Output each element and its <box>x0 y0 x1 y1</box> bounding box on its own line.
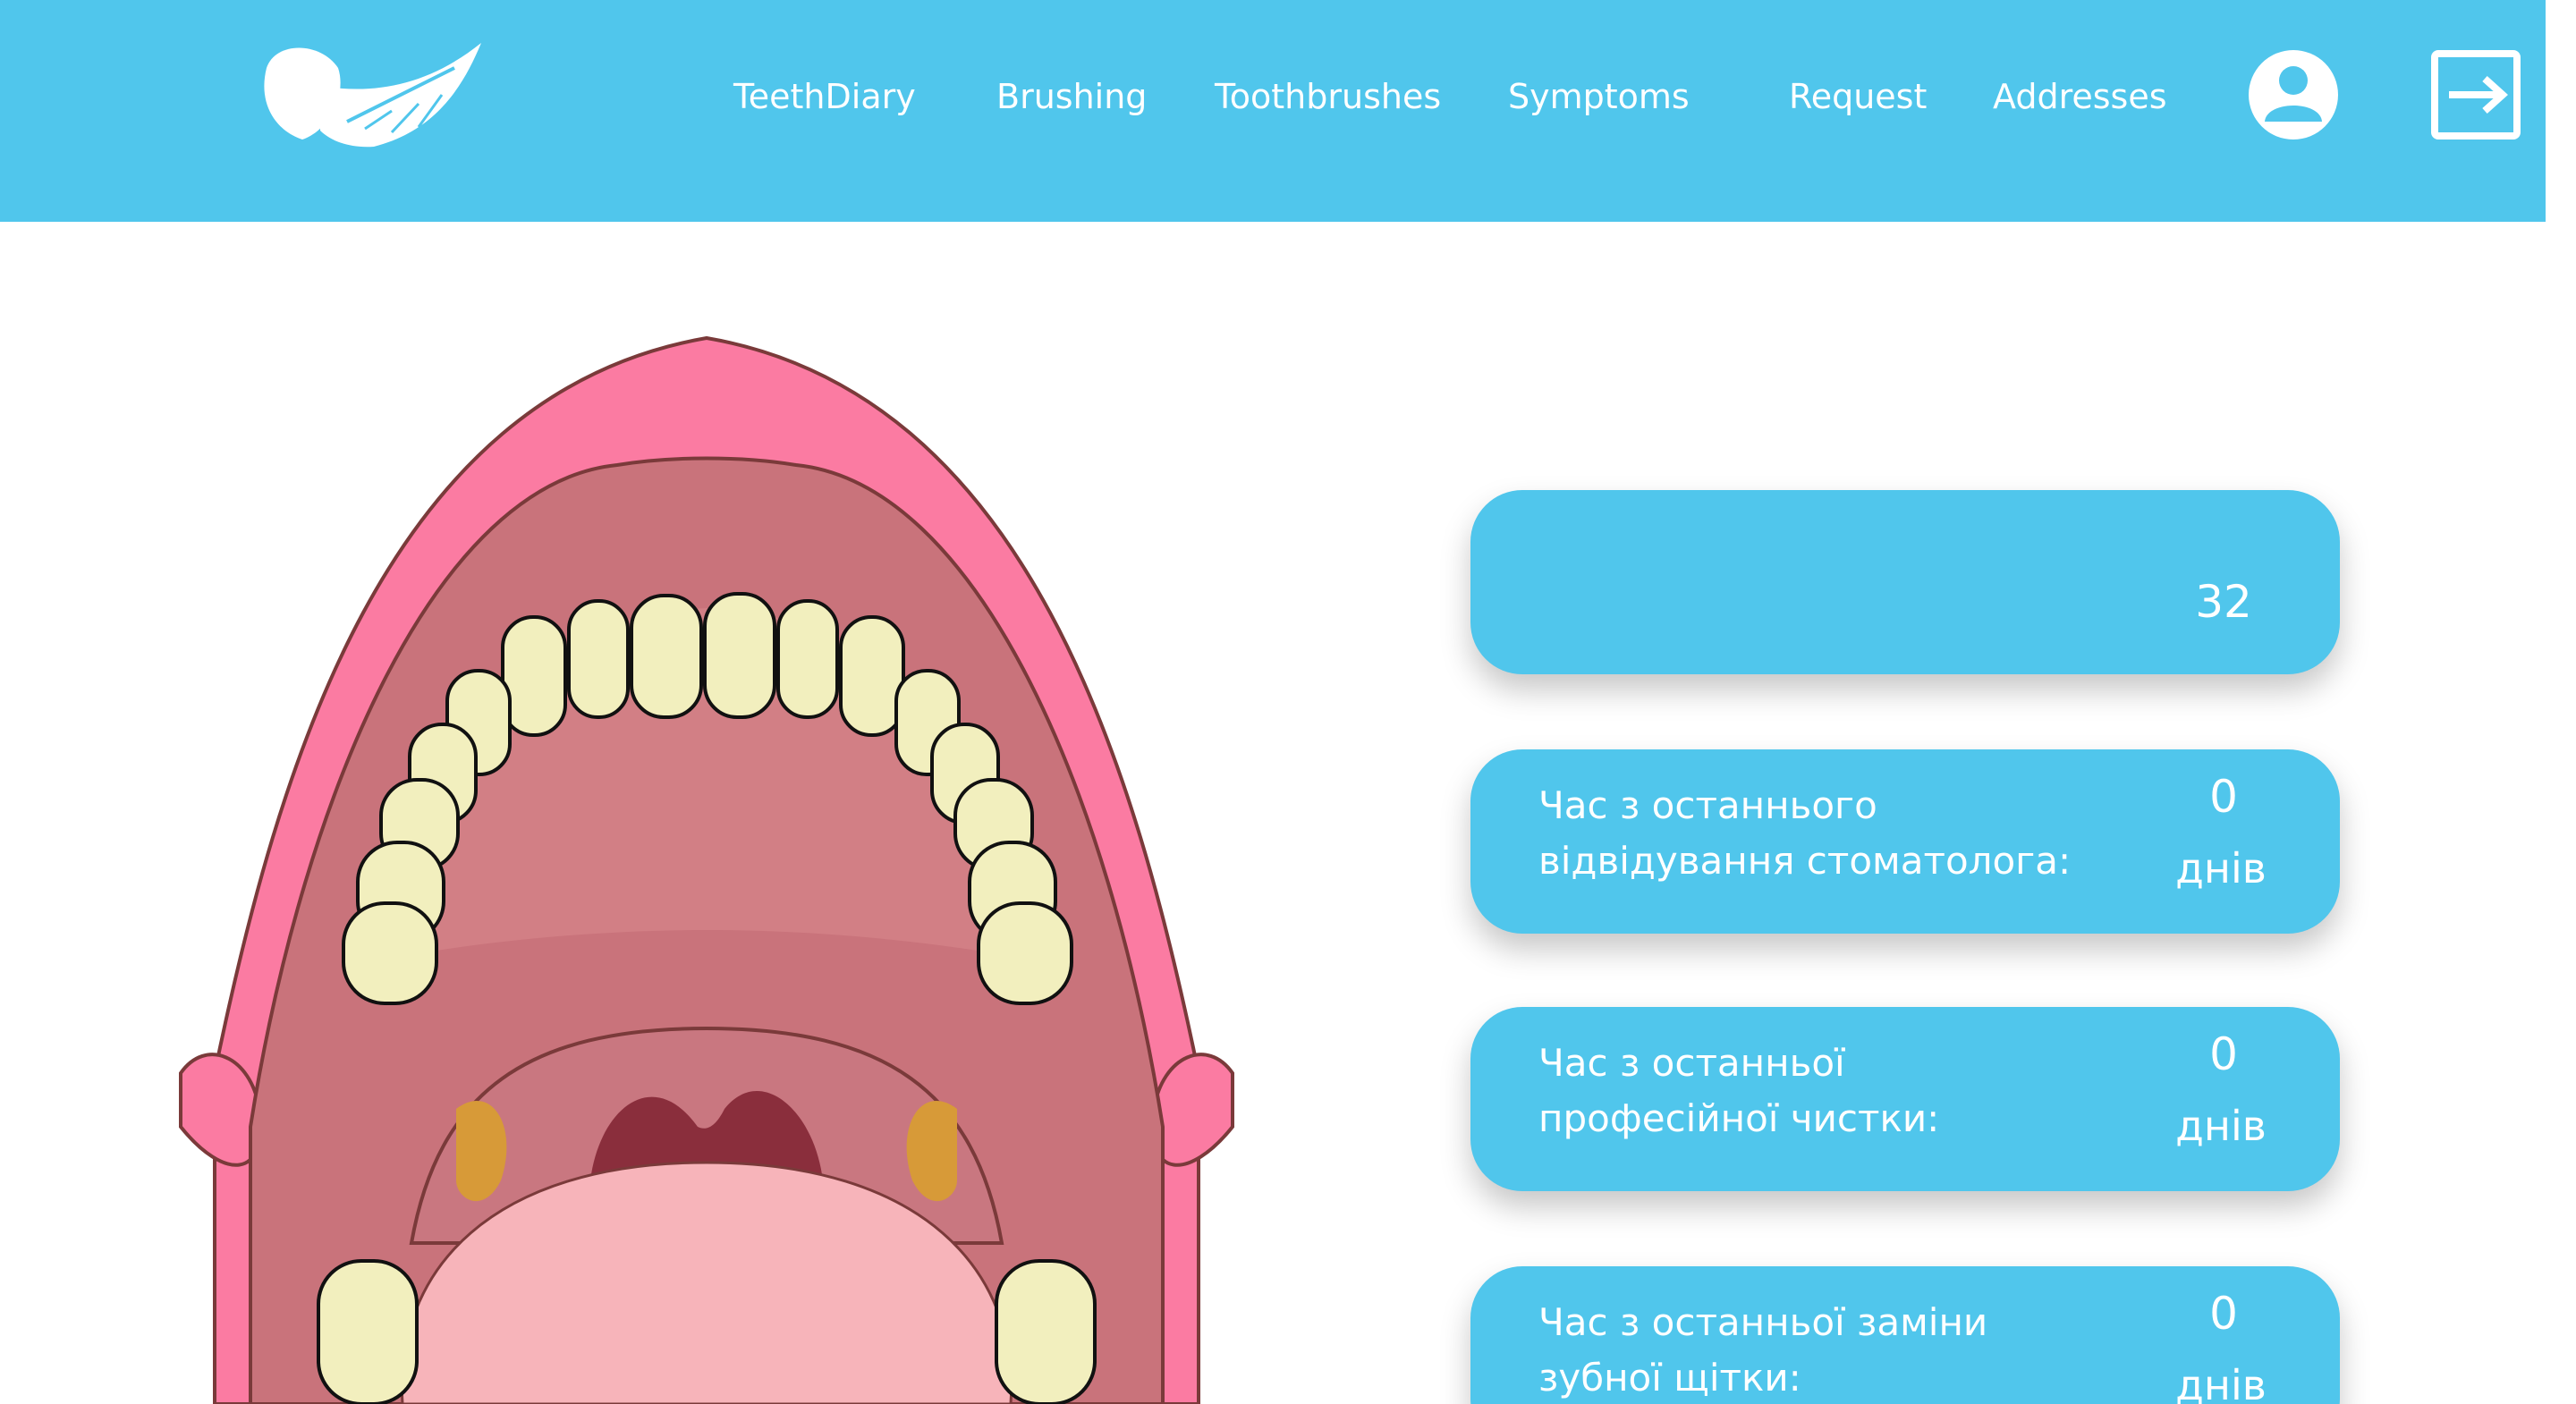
tooth-feather-logo-icon[interactable] <box>240 32 490 165</box>
dentist-visit-card: Час з останнього відвідування стоматолог… <box>1470 749 2340 934</box>
nav-addresses[interactable]: Addresses <box>1993 77 2167 116</box>
summary-card: 32 <box>1470 490 2340 674</box>
mouth-illustration[interactable] <box>170 322 1243 1404</box>
dentist-visit-value: 0 <box>2209 771 2238 823</box>
nav-teethdiary[interactable]: TeethDiary <box>733 77 916 116</box>
nav-toothbrushes[interactable]: Toothbrushes <box>1215 77 1441 116</box>
nav-request[interactable]: Request <box>1789 77 1927 116</box>
professional-cleaning-unit: днів <box>2175 1102 2267 1150</box>
toothbrush-replacement-value: 0 <box>2209 1288 2238 1340</box>
toothbrush-replacement-card: Час з останньої заміни зубної щітки: 0 д… <box>1470 1266 2340 1404</box>
dentist-visit-unit: днів <box>2175 844 2267 892</box>
professional-cleaning-card: Час з останньої професійної чистки: 0 дн… <box>1470 1007 2340 1191</box>
logout-icon[interactable] <box>2429 48 2522 141</box>
toothbrush-replacement-unit: днів <box>2175 1361 2267 1404</box>
dentist-visit-label: Час з останнього відвідування стоматолог… <box>1538 783 2072 883</box>
nav-brushing[interactable]: Brushing <box>996 77 1147 116</box>
top-navigation-bar: TeethDiary Brushing Toothbrushes Symptom… <box>0 0 2546 222</box>
nav-symptoms[interactable]: Symptoms <box>1508 77 1690 116</box>
professional-cleaning-label: Час з останньої професійної чистки: <box>1538 1041 1940 1140</box>
toothbrush-replacement-label: Час з останньої заміни зубної щітки: <box>1538 1300 1988 1400</box>
user-icon[interactable] <box>2247 48 2340 141</box>
page: TeethDiary Brushing Toothbrushes Symptom… <box>0 0 2576 1404</box>
professional-cleaning-value: 0 <box>2209 1028 2238 1080</box>
teeth-count-value: 32 <box>2195 576 2252 628</box>
